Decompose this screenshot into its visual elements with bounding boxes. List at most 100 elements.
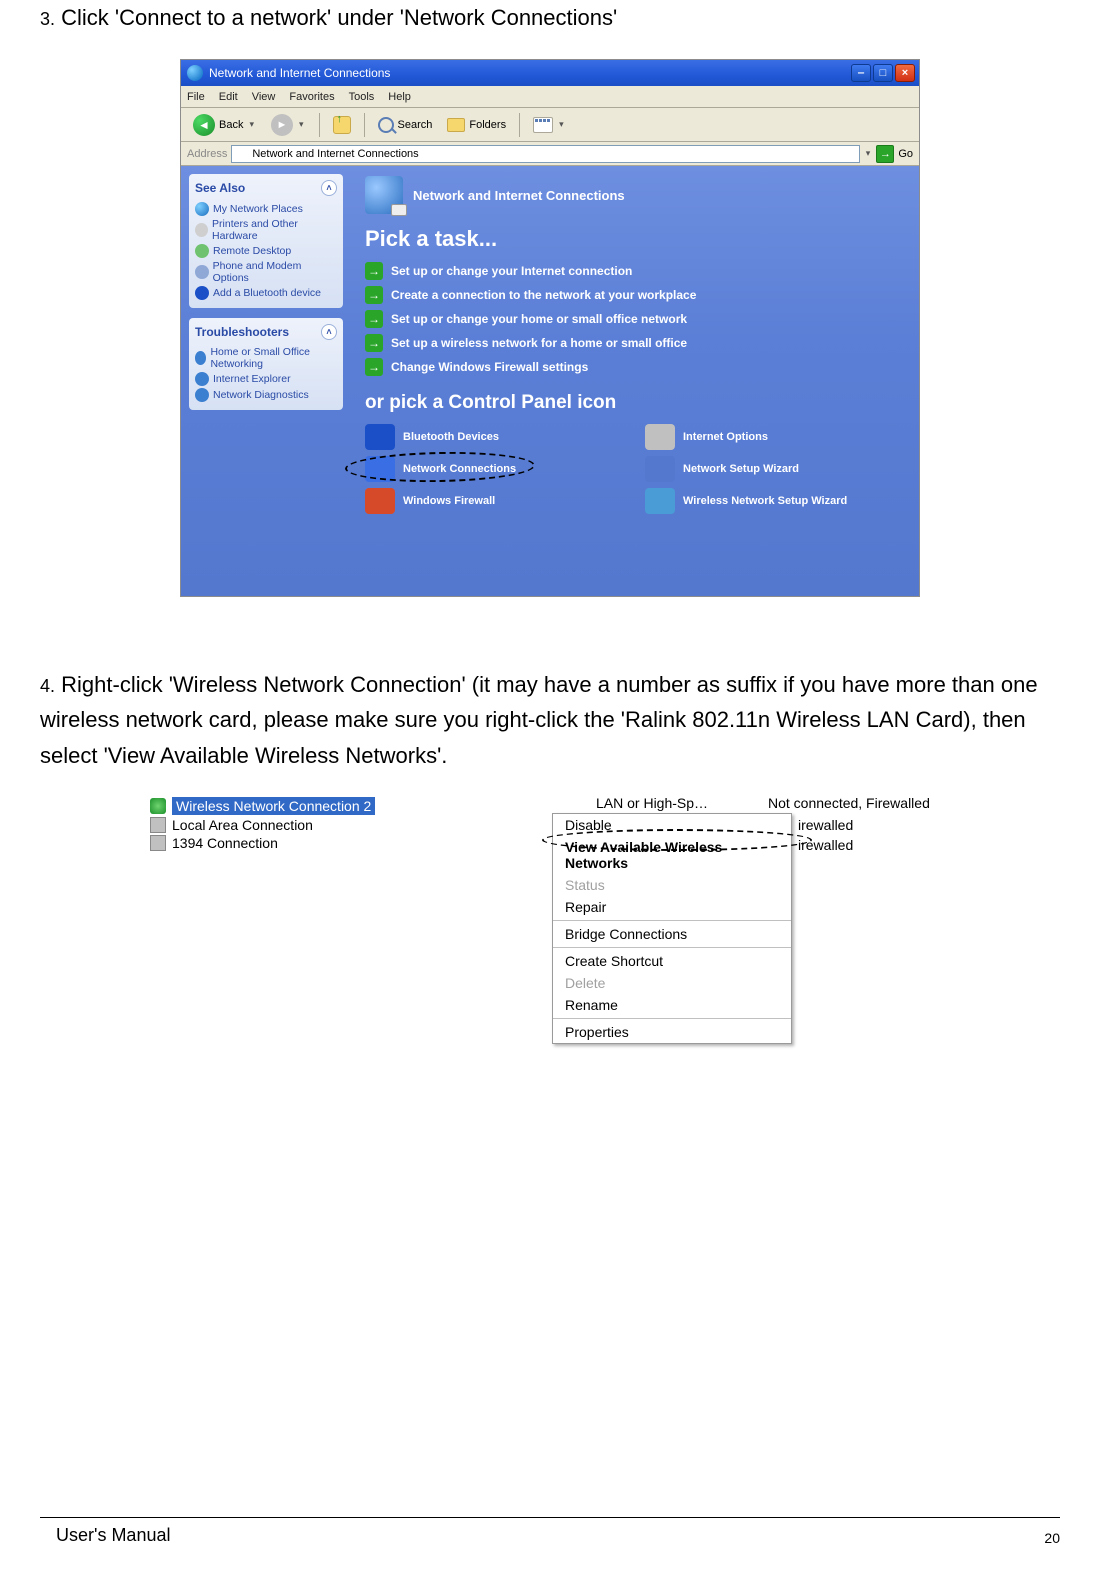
menu-bridge[interactable]: Bridge Connections xyxy=(553,923,791,945)
forward-button[interactable]: ► ▾ xyxy=(265,112,312,138)
screenshot-network-connections: Network and Internet Connections ‒ □ × F… xyxy=(180,59,920,597)
app-icon xyxy=(187,65,203,81)
address-label: Address xyxy=(187,148,227,160)
address-field[interactable]: Network and Internet Connections xyxy=(231,145,859,163)
arrow-icon: → xyxy=(365,358,383,376)
chevron-down-icon[interactable]: ▾ xyxy=(866,148,871,159)
task-setup-internet[interactable]: →Set up or change your Internet connecti… xyxy=(365,262,905,280)
toolbar: ◄ Back ▾ ► ▾ Search Folders ▾ xyxy=(181,108,919,142)
see-also-card: See Also ˄ My Network Places Printers an… xyxy=(189,174,343,308)
search-icon xyxy=(378,117,394,133)
views-icon xyxy=(533,117,553,133)
menu-favorites[interactable]: Favorites xyxy=(289,91,334,103)
toolbar-divider xyxy=(364,113,365,137)
phone-icon xyxy=(195,265,209,279)
menu-view[interactable]: View xyxy=(252,91,276,103)
bluetooth-icon xyxy=(365,424,395,450)
cp-windows-firewall[interactable]: Windows Firewall xyxy=(365,488,625,514)
views-button[interactable]: ▾ xyxy=(527,112,572,138)
chevron-down-icon: ▾ xyxy=(559,119,564,130)
go-label: Go xyxy=(898,148,913,160)
help-icon xyxy=(195,388,209,402)
menu-shortcut[interactable]: Create Shortcut xyxy=(553,950,791,972)
network-setup-wizard-icon xyxy=(645,456,675,482)
link-my-network-places[interactable]: My Network Places xyxy=(195,202,337,216)
menu-delete: Delete xyxy=(553,972,791,994)
step-4-body: Right-click 'Wireless Network Connection… xyxy=(40,672,1038,767)
menu-status: Status xyxy=(553,874,791,896)
task-home-network[interactable]: →Set up or change your home or small off… xyxy=(365,310,905,328)
cp-network-connections[interactable]: Network Connections xyxy=(365,456,625,482)
link-phone-modem[interactable]: Phone and Modem Options xyxy=(195,260,337,284)
task-workplace[interactable]: →Create a connection to the network at y… xyxy=(365,286,905,304)
task-firewall[interactable]: →Change Windows Firewall settings xyxy=(365,358,905,376)
arrow-icon: → xyxy=(365,262,383,280)
menu-tools[interactable]: Tools xyxy=(349,91,375,103)
cp-network-setup-wizard[interactable]: Network Setup Wizard xyxy=(645,456,905,482)
toolbar-divider xyxy=(319,113,320,137)
up-button[interactable] xyxy=(327,112,357,138)
troubleshooters-title: Troubleshooters xyxy=(195,325,289,339)
menu-properties[interactable]: Properties xyxy=(553,1021,791,1043)
link-remote-desktop[interactable]: Remote Desktop xyxy=(195,244,337,258)
bluetooth-icon xyxy=(195,286,209,300)
menu-edit[interactable]: Edit xyxy=(219,91,238,103)
menu-file[interactable]: File xyxy=(187,91,205,103)
folders-button[interactable]: Folders xyxy=(441,112,512,138)
cp-bluetooth[interactable]: Bluetooth Devices xyxy=(365,424,625,450)
link-network-diag[interactable]: Network Diagnostics xyxy=(195,388,337,402)
collapse-icon[interactable]: ˄ xyxy=(321,180,337,196)
cp-wireless-setup-wizard[interactable]: Wireless Network Setup Wizard xyxy=(645,488,905,514)
troubleshooters-card: Troubleshooters ˄ Home or Small Office N… xyxy=(189,318,343,410)
see-also-title: See Also xyxy=(195,181,245,195)
step-3-number: 3. xyxy=(40,9,55,29)
screenshot-context-menu: LAN or High-Sp… Not connected, Firewalle… xyxy=(150,797,950,1057)
arrow-icon: → xyxy=(365,310,383,328)
link-add-bluetooth[interactable]: Add a Bluetooth device xyxy=(195,286,337,300)
link-printers[interactable]: Printers and Other Hardware xyxy=(195,218,337,242)
link-home-networking[interactable]: Home or Small Office Networking xyxy=(195,346,337,370)
link-internet-explorer[interactable]: Internet Explorer xyxy=(195,372,337,386)
window-title: Network and Internet Connections xyxy=(209,66,390,80)
close-button[interactable]: × xyxy=(895,64,915,82)
search-label: Search xyxy=(398,119,433,131)
annotation-ellipse xyxy=(542,829,812,851)
go-button[interactable]: → xyxy=(876,145,894,163)
step-3-text: 3. Click 'Connect to a network' under 'N… xyxy=(40,0,1060,35)
menu-separator xyxy=(553,1018,791,1019)
menu-repair[interactable]: Repair xyxy=(553,896,791,918)
cp-internet-options[interactable]: Internet Options xyxy=(645,424,905,450)
remote-desktop-icon xyxy=(195,244,209,258)
footer-manual: User's Manual xyxy=(56,1525,170,1546)
minimize-button[interactable]: ‒ xyxy=(851,64,871,82)
or-pick-heading: or pick a Control Panel icon xyxy=(365,392,905,414)
headline: Network and Internet Connections xyxy=(413,188,625,203)
help-icon xyxy=(195,351,206,365)
collapse-icon[interactable]: ˄ xyxy=(321,324,337,340)
search-button[interactable]: Search xyxy=(372,112,439,138)
lan-label: Local Area Connection xyxy=(172,817,313,833)
menu-separator xyxy=(553,947,791,948)
c1394-label: 1394 Connection xyxy=(172,835,278,851)
menu-help[interactable]: Help xyxy=(388,91,411,103)
network-connections-icon xyxy=(365,176,403,214)
wireless-icon xyxy=(150,798,166,814)
menu-rename[interactable]: Rename xyxy=(553,994,791,1016)
status-tail: irewalled xyxy=(798,817,853,833)
arrow-icon: → xyxy=(365,286,383,304)
forward-icon: ► xyxy=(271,114,293,136)
back-icon: ◄ xyxy=(193,114,215,136)
step-4-number: 4. xyxy=(40,676,55,696)
step-3-body: Click 'Connect to a network' under 'Netw… xyxy=(61,5,617,30)
pick-task-heading: Pick a task... xyxy=(365,226,905,252)
back-button[interactable]: ◄ Back ▾ xyxy=(187,112,262,138)
help-icon xyxy=(195,372,209,386)
up-icon xyxy=(333,116,351,134)
column-status: Not connected, Firewalled xyxy=(768,795,930,811)
page-number: 20 xyxy=(1044,1530,1060,1546)
column-type: LAN or High-Sp… xyxy=(596,795,708,811)
maximize-button[interactable]: □ xyxy=(873,64,893,82)
globe-icon xyxy=(236,148,248,160)
footer-divider xyxy=(40,1517,1060,1518)
task-wireless[interactable]: →Set up a wireless network for a home or… xyxy=(365,334,905,352)
